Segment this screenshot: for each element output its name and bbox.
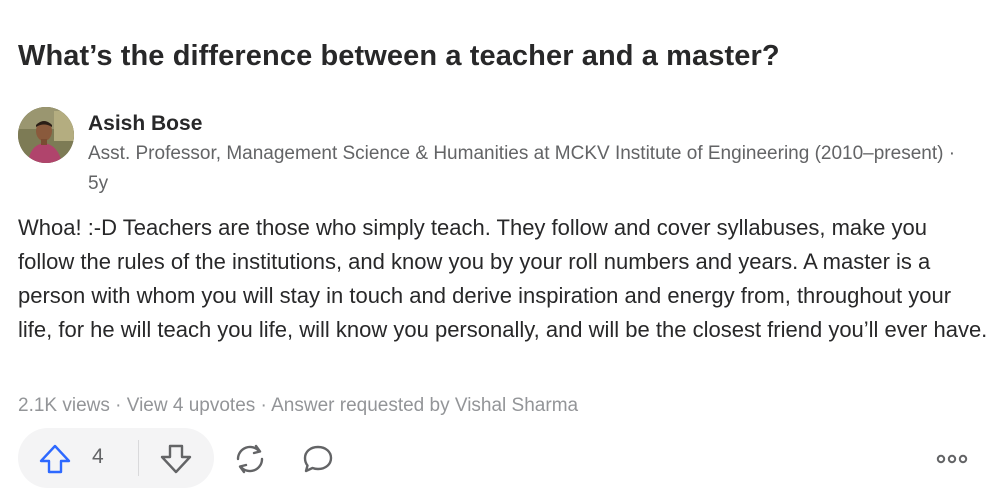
answer-stats[interactable]: 2.1K views · View 4 upvotes · Answer req… [18,395,578,417]
author-credential[interactable]: Asst. Professor, Management Science & Hu… [88,139,968,199]
more-icon [932,442,972,476]
upvote-count: 4 [92,445,104,468]
vote-pill: 4 [18,428,214,488]
comment-button[interactable] [298,440,338,478]
upvote-button[interactable]: 4 [18,428,138,488]
more-button[interactable] [932,442,972,476]
arrow-up-icon [38,442,72,476]
question-title[interactable]: What’s the difference between a teacher … [18,40,780,73]
share-icon [230,440,270,478]
arrow-down-icon [159,442,193,476]
share-button[interactable] [230,440,270,478]
action-bar: 4 [18,428,978,488]
comment-icon [298,440,338,478]
author-meta: Asish Bose Asst. Professor, Management S… [88,111,968,199]
downvote-button[interactable] [139,428,214,488]
author-name[interactable]: Asish Bose [88,111,968,137]
avatar-image [18,107,74,163]
answer-text: Whoa! :-D Teachers are those who simply … [18,215,988,342]
avatar[interactable] [18,107,74,163]
